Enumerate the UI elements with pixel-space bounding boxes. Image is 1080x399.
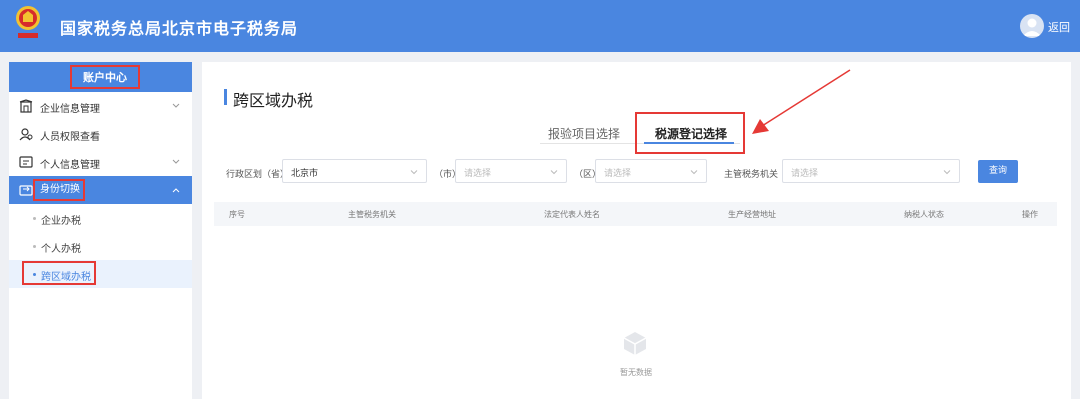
sidebar-subitem-enterprise-tax[interactable]: 企业办税: [9, 204, 192, 232]
empty-state-text: 暂无数据: [620, 368, 652, 377]
back-link[interactable]: 返回: [1048, 19, 1070, 35]
sidebar-item-label: 企业信息管理: [40, 104, 100, 115]
region-label: 行政区划（省）: [226, 170, 290, 180]
column-header: 主管税务机关: [348, 210, 396, 219]
sidebar-subitem-cross-region-tax[interactable]: 跨区域办税: [9, 260, 192, 288]
table-header: 序号 主管税务机关 法定代表人姓名 生产经营地址 纳税人状态 操作: [214, 202, 1057, 226]
bullet-dot: [33, 273, 36, 276]
chevron-down-icon: [410, 170, 418, 175]
tax-authority-label: 主管税务机关: [724, 170, 779, 180]
bullet-dot: [33, 217, 36, 220]
top-bar: 国家税务总局北京市电子税务局 返回: [0, 0, 1080, 52]
column-header: 序号: [229, 210, 245, 219]
sidebar-subitem-label: 个人办税: [41, 244, 81, 255]
chevron-down-icon: [943, 170, 951, 175]
id-card-icon: [19, 156, 33, 168]
sidebar-subitem-label: 企业办税: [41, 216, 81, 227]
title-accent-bar: [224, 89, 227, 105]
chevron-down-icon: [690, 170, 698, 175]
district-placeholder: 请选择: [604, 169, 632, 179]
sidebar-item-label: 个人信息管理: [40, 160, 100, 171]
building-icon: [19, 99, 33, 113]
column-header: 法定代表人姓名: [544, 210, 600, 219]
tax-authority-select[interactable]: 请选择: [782, 159, 960, 183]
district-select[interactable]: 请选择: [595, 159, 707, 183]
sidebar-item-enterprise-info[interactable]: 企业信息管理: [9, 92, 192, 120]
sidebar-item-identity-switch[interactable]: 身份切换: [9, 176, 192, 204]
user-icon: [1023, 18, 1041, 36]
tab-inspection-items[interactable]: 报验项目选择: [548, 125, 620, 142]
sidebar-item-label: 身份切换: [33, 179, 85, 201]
sidebar-subitem-personal-tax[interactable]: 个人办税: [9, 232, 192, 260]
chevron-down-icon: [550, 170, 558, 175]
tax-authority-placeholder: 请选择: [791, 169, 819, 179]
empty-box-icon: [623, 332, 647, 355]
page-title: 跨区域办税: [233, 91, 314, 110]
city-placeholder: 请选择: [464, 169, 492, 179]
province-select[interactable]: 北京市: [282, 159, 427, 183]
query-button[interactable]: 查询: [978, 160, 1018, 183]
sidebar-item-label: 人员权限查看: [40, 132, 100, 143]
chevron-up-icon: [172, 188, 180, 193]
site-title: 国家税务总局北京市电子税务局: [60, 19, 299, 38]
province-value: 北京市: [291, 169, 319, 179]
highlight-box: [635, 112, 745, 154]
chevron-down-icon: [172, 159, 180, 164]
chevron-down-icon: [172, 103, 180, 108]
city-select[interactable]: 请选择: [455, 159, 567, 183]
sidebar-subitem-label: 跨区域办税: [41, 272, 91, 283]
sidebar: 账户中心 企业信息管理 人员权限查看 个人信息管理 身份切换 企业办税 个人办税…: [9, 62, 192, 399]
bullet-dot: [33, 245, 36, 248]
main-panel: 跨区域办税 报验项目选择 税源登记选择 行政区划（省） 北京市 （市） 请选择 …: [202, 62, 1071, 399]
switch-icon: [19, 185, 33, 196]
column-header: 生产经营地址: [728, 210, 776, 219]
sidebar-item-personal-info[interactable]: 个人信息管理: [9, 148, 192, 176]
avatar[interactable]: [1020, 14, 1044, 38]
sidebar-header: 账户中心: [9, 62, 192, 92]
column-header: 操作: [1022, 210, 1038, 219]
user-permission-icon: [19, 128, 33, 141]
tax-emblem-logo: [16, 6, 40, 38]
account-center-title: 账户中心: [70, 65, 140, 89]
sidebar-item-permission-view[interactable]: 人员权限查看: [9, 120, 192, 148]
column-header: 纳税人状态: [904, 210, 944, 219]
